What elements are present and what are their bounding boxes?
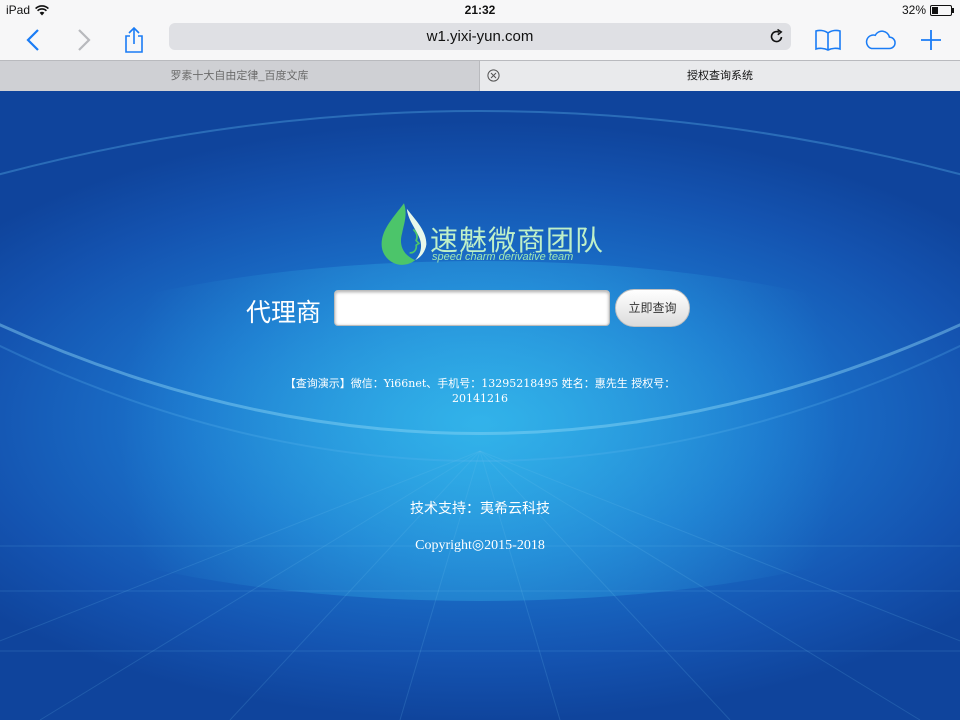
tech-support-text: 技术支持：夷希云科技	[410, 500, 550, 516]
battery-icon	[930, 4, 954, 16]
agent-label: 代理商	[246, 299, 322, 327]
tab-title: 罗素十大自由定律_百度文库	[170, 70, 309, 82]
plus-icon	[921, 30, 941, 50]
tab-baidu-wenku[interactable]: 罗素十大自由定律_百度文库	[0, 61, 480, 91]
reload-icon[interactable]	[768, 28, 785, 45]
new-tab-button[interactable]	[915, 24, 947, 56]
share-icon	[125, 27, 143, 53]
chevron-right-icon	[78, 29, 91, 51]
bookmarks-button[interactable]	[812, 24, 844, 56]
cloud-icon	[865, 30, 896, 50]
close-tab-icon[interactable]	[487, 69, 500, 82]
tab-auth-query[interactable]: 授权查询系统	[480, 61, 960, 91]
browser-toolbar: w1.yixi-yun.com	[0, 20, 960, 60]
battery-percent: 32%	[901, 3, 926, 17]
clock: 21:32	[464, 3, 496, 17]
tab-strip: 罗素十大自由定律_百度文库 授权查询系统	[0, 60, 960, 91]
web-page: 速魅微商团队 speed charm derivative team 代理商 立…	[0, 91, 960, 720]
agent-input[interactable]	[334, 290, 610, 326]
demo-info-text: 【查询演示】微信：Yi66net、手机号：13295218495 姓名：惠先生 …	[284, 377, 676, 405]
status-bar: iPad 21:32 32%	[0, 0, 960, 20]
chevron-left-icon	[26, 29, 39, 51]
logo-subtitle: speed charm derivative team	[432, 251, 574, 263]
copyright-text: Copyright◎2015-2018	[415, 538, 545, 553]
forward-button[interactable]	[68, 24, 100, 56]
logo-leaf-icon	[381, 203, 427, 265]
icloud-tabs-button[interactable]	[864, 24, 896, 56]
back-button[interactable]	[17, 24, 49, 56]
url-text: w1.yixi-yun.com	[426, 28, 534, 45]
tab-title: 授权查询系统	[687, 70, 753, 82]
address-bar[interactable]: w1.yixi-yun.com	[169, 23, 791, 50]
book-icon	[815, 29, 841, 51]
share-button[interactable]	[118, 24, 150, 56]
query-button[interactable]: 立即查询	[615, 289, 690, 327]
